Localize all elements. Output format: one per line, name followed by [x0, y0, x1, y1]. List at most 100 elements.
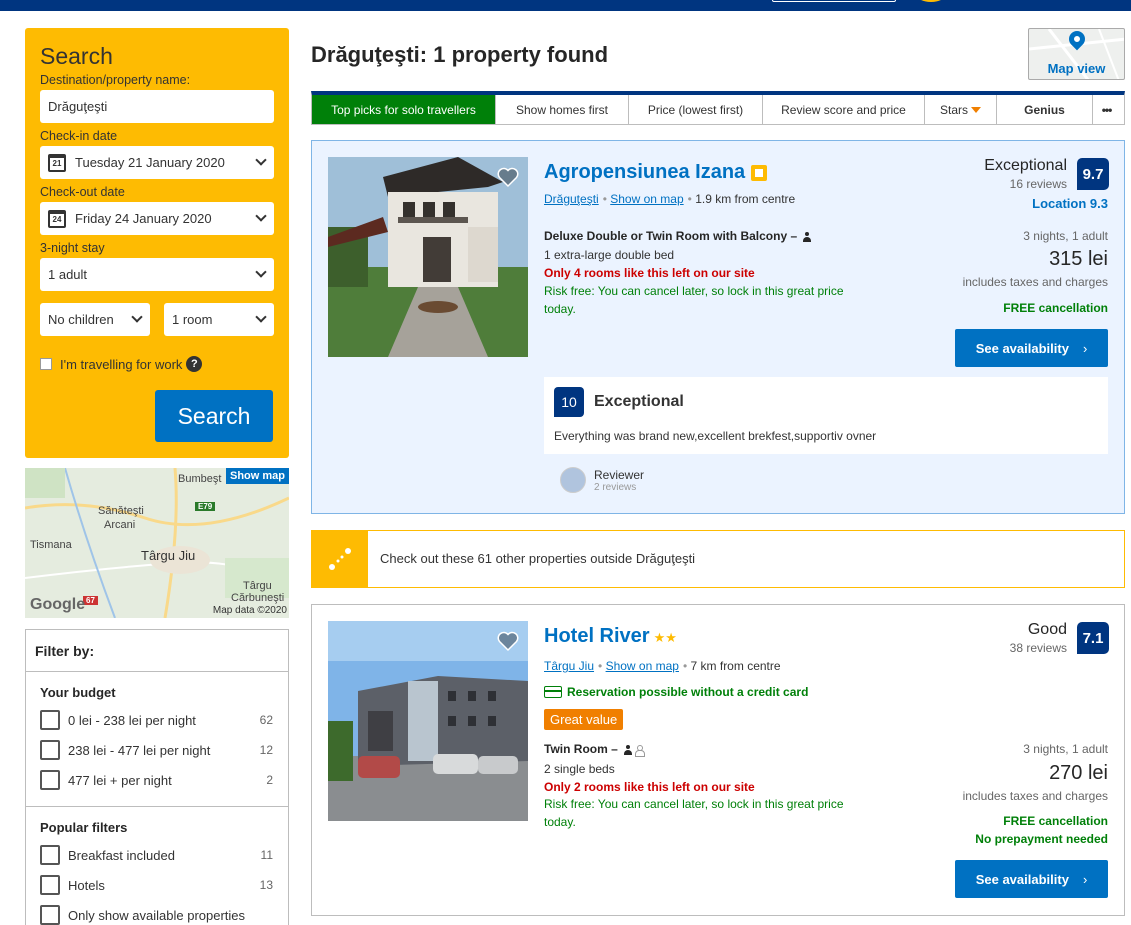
chevron-down-icon	[255, 266, 267, 278]
risk-free-message: Risk free: You can cancel later, so lock…	[544, 284, 844, 316]
checkbox[interactable]	[40, 740, 60, 760]
map-attribution: Map data ©2020	[212, 605, 287, 616]
free-cancellation: FREE cancellation	[1003, 301, 1108, 315]
filter-option[interactable]: 238 lei - 477 lei per night 12	[40, 735, 273, 765]
help-icon[interactable]: ?	[186, 356, 203, 372]
see-availability-button[interactable]: See availability ›	[955, 329, 1108, 367]
show-on-map-link[interactable]: Show on map	[610, 192, 683, 206]
stay-summary: 3 nights, 1 adult	[1023, 742, 1108, 756]
filter-panel: Filter by: Your budget 0 lei - 238 lei p…	[25, 629, 289, 925]
tab-homes-first[interactable]: Show homes first	[496, 95, 629, 124]
tab-top-picks[interactable]: Top picks for solo travellers	[312, 95, 496, 124]
bed-type: 1 extra-large double bed	[544, 248, 675, 262]
adults-select[interactable]: 1 adult	[40, 258, 274, 291]
town-link[interactable]: Drăguţeşti	[544, 192, 599, 206]
popular-title: Popular filters	[40, 820, 128, 835]
avatar[interactable]	[916, 0, 946, 2]
reviewer-name: Reviewer	[594, 467, 645, 482]
price: 315 lei	[1049, 248, 1108, 270]
tab-price[interactable]: Price (lowest first)	[629, 95, 763, 124]
road-shield: E79	[195, 502, 216, 511]
road-shield: 67	[83, 596, 98, 605]
checkout-select[interactable]: 24 Friday 24 January 2020	[40, 202, 274, 235]
price: 270 lei	[1049, 762, 1108, 784]
checkbox[interactable]	[40, 710, 60, 730]
popular-filters: Popular filters Breakfast included 11 Hot…	[26, 807, 288, 925]
checkin-label: Check-in date	[40, 129, 118, 143]
no-prepayment: No prepayment needed	[975, 832, 1108, 846]
taxes-note: includes taxes and charges	[962, 789, 1108, 803]
scarcity-message: Only 4 rooms like this left on our site	[544, 266, 755, 280]
property-name[interactable]: Hotel River ★★	[544, 625, 677, 648]
show-on-map-link[interactable]: Show on map	[606, 659, 679, 673]
map-town: Bumbeşt	[178, 473, 222, 485]
destination-input[interactable]: Drăguţeşti	[40, 90, 274, 123]
account-button[interactable]	[772, 0, 896, 2]
checkin-value: Tuesday 21 January 2020	[75, 155, 225, 170]
property-photo[interactable]	[328, 157, 528, 357]
search-title: Search	[40, 43, 113, 69]
filter-option[interactable]: Breakfast included 11	[40, 840, 273, 870]
work-label: I'm travelling for work	[60, 356, 183, 372]
route-icon	[312, 531, 368, 587]
score-word: Exceptional	[984, 157, 1067, 174]
review-score-badge: 9.7	[1077, 158, 1109, 190]
taxes-note: includes taxes and charges	[962, 275, 1108, 289]
top-navbar	[0, 0, 1131, 11]
checkbox[interactable]	[40, 845, 60, 865]
more-options-button[interactable]: •••	[1093, 95, 1120, 124]
filter-option[interactable]: 0 lei - 238 lei per night 62	[40, 705, 273, 735]
chevron-down-icon	[255, 311, 267, 323]
checkbox[interactable]	[40, 770, 60, 790]
person-outline-icon	[634, 744, 645, 757]
checkbox[interactable]	[40, 875, 60, 895]
filter-option[interactable]: Hotels 13	[40, 870, 273, 900]
rooms-select[interactable]: 1 room	[164, 303, 274, 336]
checkbox[interactable]	[40, 905, 60, 925]
search-button[interactable]: Search	[155, 390, 273, 442]
review-score-badge: 7.1	[1077, 622, 1109, 654]
tab-review-score[interactable]: Review score and price	[763, 95, 925, 124]
mini-map[interactable]: Bumbeşt Sănăteşti Arcani Tismana Târgu J…	[25, 468, 289, 618]
nearby-properties-banner[interactable]: Check out these 61 other properties outs…	[311, 530, 1125, 588]
scarcity-message: Only 2 rooms like this left on our site	[544, 780, 755, 794]
see-availability-button[interactable]: See availability ›	[955, 860, 1108, 898]
chevron-down-icon	[255, 210, 267, 222]
show-map-button[interactable]: Show map	[225, 468, 289, 484]
great-value-badge: Great value	[544, 709, 624, 730]
reviewer: Reviewer 2 reviews	[560, 467, 644, 493]
free-cancellation: FREE cancellation	[1003, 814, 1108, 828]
property-photo[interactable]	[328, 621, 528, 821]
calendar-icon: 24	[48, 209, 66, 228]
distance: 7 km from centre	[690, 659, 781, 673]
google-logo: Google	[30, 596, 86, 613]
chevron-right-icon: ›	[1082, 871, 1088, 887]
property-name[interactable]: Agropensiunea Izana	[544, 161, 768, 184]
work-checkbox[interactable]	[40, 358, 52, 370]
distance: 1.9 km from centre	[695, 192, 796, 206]
filter-option[interactable]: 477 lei + per night 2	[40, 765, 273, 795]
heart-icon[interactable]	[496, 165, 520, 189]
tab-genius[interactable]: Genius	[997, 95, 1093, 124]
heart-icon[interactable]	[496, 629, 520, 653]
budget-filter: Your budget 0 lei - 238 lei per night 62 …	[26, 672, 288, 807]
dropdown-icon	[971, 106, 981, 113]
review-word: Exceptional	[594, 393, 684, 410]
location-line: Drăguţeşti • Show on map • 1.9 km from cen…	[544, 192, 796, 206]
filter-title: Filter by:	[26, 630, 288, 672]
room-name: Deluxe Double or Twin Room with Balcony …	[544, 229, 812, 243]
location-score: Location 9.3	[1032, 196, 1108, 211]
no-credit-card-note: Reservation possible without a credit ca…	[544, 685, 808, 699]
children-select[interactable]: No children	[40, 303, 150, 336]
score-word: Good	[1027, 621, 1067, 638]
filter-option[interactable]: Only show available properties	[40, 900, 273, 925]
calendar-icon: 21	[48, 153, 66, 172]
town-link[interactable]: Târgu Jiu	[544, 659, 594, 673]
map-town: Târgu	[243, 580, 272, 592]
page-title: Drăguţeşti: 1 property found	[311, 42, 609, 67]
map-town: Sănăteşti	[98, 505, 144, 517]
checkin-select[interactable]: 21 Tuesday 21 January 2020	[40, 146, 274, 179]
tab-stars[interactable]: Stars	[925, 95, 997, 124]
map-view-button[interactable]: Map view	[1028, 28, 1125, 80]
work-travel-option: I'm travelling for work ?	[40, 356, 274, 372]
